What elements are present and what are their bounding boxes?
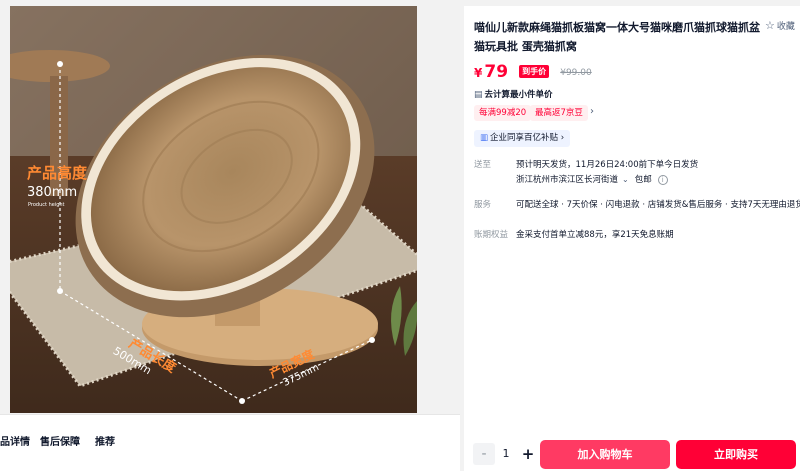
quantity-decrease-button[interactable]: - <box>473 443 495 465</box>
buy-now-button[interactable]: 立即购买 <box>676 440 796 469</box>
building-icon: ▥ <box>480 133 489 143</box>
tab-after-sales[interactable]: 售后保障 <box>40 433 80 448</box>
calc-unit-price-link[interactable]: ▤ 去计算最小件单价 <box>474 88 553 100</box>
calc-unit-price-label: 去计算最小件单价 <box>484 90 553 100</box>
service-label: 服务 <box>474 200 492 210</box>
price-row: ¥79 到手价 ¥99.00 <box>474 62 592 86</box>
product-main-image[interactable]: 产品高度 380mm Product height 产品长度 500mm 产品宽… <box>10 6 417 413</box>
gov-subsidy-label: 企业同享百亿补贴 <box>490 133 559 143</box>
currency-symbol: ¥ <box>474 66 483 80</box>
current-price: 79 <box>484 62 509 82</box>
promo-badge-discount[interactable]: 每满99减20 <box>474 105 532 121</box>
gallery-column: 产品高度 380mm Product height 产品长度 500mm 产品宽… <box>0 0 460 471</box>
product-title: 喵仙儿新款麻绳猫抓板猫窝一体大号猫咪磨爪猫抓球猫抓盆猫玩具批 蛋壳猫抓窝 <box>474 21 760 53</box>
info-icon[interactable]: i <box>657 175 668 185</box>
quantity-increase-button[interactable]: + <box>517 443 539 465</box>
cat-scratcher-photo: 产品高度 380mm Product height 产品长度 500mm 产品宽… <box>10 6 417 413</box>
gov-subsidy-badge[interactable]: ▥ 企业同享百亿补贴 › <box>474 130 571 147</box>
height-dimension-en: Product height <box>28 202 65 208</box>
tab-recommend[interactable]: 推荐 <box>95 433 115 448</box>
installment-text: 金采支付首单立减88元，享21天免息账期 <box>516 230 674 240</box>
detail-tabs: 品详情 售后保障 推荐 <box>0 414 460 471</box>
calculator-icon: ▤ <box>474 90 483 100</box>
final-price-badge: 到手价 <box>519 65 550 78</box>
quantity-input[interactable]: 1 <box>495 443 517 465</box>
chevron-down-icon: ⌄ <box>622 175 629 184</box>
original-price: ¥99.00 <box>560 68 592 78</box>
purchase-bar: - 1 + 加入购物车 立即购买 <box>464 436 800 471</box>
promo-badge-beans[interactable]: 最高返7京豆 <box>530 105 588 121</box>
address-selector[interactable]: 浙江杭州市滨江区长河街道 ⌄ 包邮 i <box>516 173 668 185</box>
ship-estimate: 预计明天发货，11月26日24:00前下单今日发货 <box>516 160 699 170</box>
chevron-right-icon: › <box>560 133 565 143</box>
product-info-panel: 喵仙儿新款麻绳猫抓板猫窝一体大号猫咪磨爪猫抓球猫抓盆猫玩具批 蛋壳猫抓窝 ☆ 收藏… <box>464 6 800 471</box>
tab-product-details[interactable]: 品详情 <box>0 433 30 448</box>
favorite-label: 收藏 <box>776 22 795 32</box>
chevron-right-icon[interactable]: › <box>590 106 594 117</box>
favorite-button[interactable]: ☆ 收藏 <box>765 19 799 33</box>
free-shipping-label: 包邮 <box>634 175 652 185</box>
star-icon: ☆ <box>765 19 775 32</box>
installment-label: 账期权益 <box>474 230 509 240</box>
service-list[interactable]: 可配送全球 · 7天价保 · 闪电退款 · 店铺发货&售后服务 · 支持7天无理… <box>516 198 800 210</box>
height-dimension-label: 产品高度 <box>27 164 88 182</box>
height-dimension-value: 380mm <box>27 185 77 200</box>
ship-label: 送至 <box>474 160 492 170</box>
add-to-cart-button[interactable]: 加入购物车 <box>540 440 670 469</box>
address-text: 浙江杭州市滨江区长河街道 <box>516 175 619 185</box>
